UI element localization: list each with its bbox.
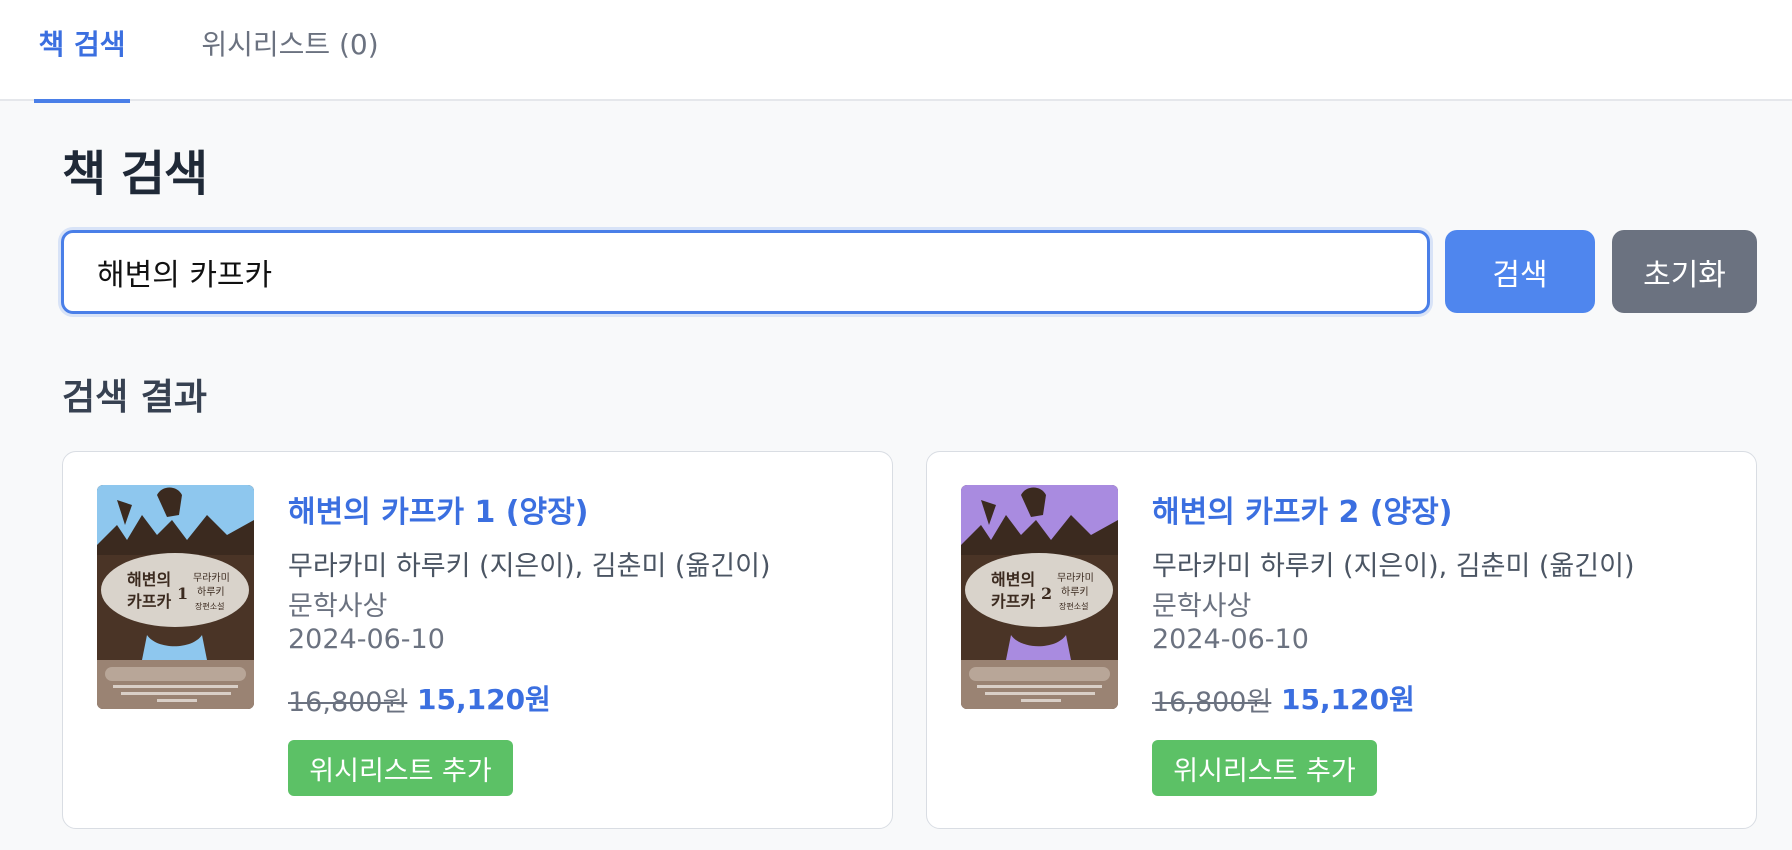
cover-title-1: 해변의: [991, 570, 1035, 589]
search-button[interactable]: 검색: [1445, 230, 1595, 313]
result-card: 해변의 카프카 2 무라카미 하루키 장편소설 해변의 카프카 2 (양장) 무…: [926, 451, 1757, 829]
cover-subtitle: 장편소설: [195, 601, 224, 611]
reset-button[interactable]: 초기화: [1612, 230, 1757, 313]
tab-bar: 책 검색 위시리스트 (0): [0, 0, 1792, 103]
price-original: 16,800원: [1152, 687, 1272, 718]
book-cover: 해변의 카프카 2 무라카미 하루키 장편소설: [961, 485, 1118, 709]
add-to-wishlist-button[interactable]: 위시리스트 추가: [1152, 740, 1377, 796]
cover-title-2: 카프카: [991, 592, 1035, 611]
cover-subtitle: 장편소설: [1059, 601, 1088, 611]
cover-author-1: 무라카미: [1057, 572, 1094, 584]
book-date: 2024-06-10: [1152, 624, 1309, 655]
tab-wishlist[interactable]: 위시리스트 (0): [190, 0, 390, 101]
book-publisher: 문학사상: [288, 591, 388, 622]
cover-title-2: 카프카: [127, 592, 171, 611]
search-input[interactable]: [61, 230, 1430, 314]
result-card: 해변의 카프카 1 무라카미 하루키 장편소설 해변의 카프카 1 (양장) 무…: [62, 451, 893, 829]
cover-volume: 1: [177, 584, 188, 603]
book-date: 2024-06-10: [288, 624, 445, 655]
book-title-link[interactable]: 해변의 카프카 2 (양장): [1152, 487, 1452, 531]
cover-author-2: 하루키: [197, 585, 225, 598]
price-sale: 15,120원: [417, 683, 551, 716]
book-cover-art: 해변의 카프카 2 무라카미 하루키 장편소설: [961, 485, 1118, 709]
book-cover: 해변의 카프카 1 무라카미 하루키 장편소설: [97, 485, 254, 709]
tab-book-search[interactable]: 책 검색: [34, 0, 130, 103]
add-to-wishlist-button[interactable]: 위시리스트 추가: [288, 740, 513, 796]
book-title-link[interactable]: 해변의 카프카 1 (양장): [288, 487, 588, 531]
price-sale: 15,120원: [1281, 683, 1415, 716]
cover-author-2: 하루키: [1061, 585, 1089, 598]
price-original: 16,800원: [288, 687, 408, 718]
book-authors: 무라카미 하루키 (지은이), 김춘미 (옮긴이): [288, 551, 771, 582]
book-publisher: 문학사상: [1152, 591, 1252, 622]
cover-author-1: 무라카미: [193, 572, 230, 584]
book-authors: 무라카미 하루키 (지은이), 김춘미 (옮긴이): [1152, 551, 1635, 582]
results-title: 검색 결과: [62, 377, 208, 418]
page-title: 책 검색: [62, 146, 208, 202]
cover-title-1: 해변의: [127, 570, 171, 589]
cover-volume: 2: [1041, 584, 1052, 603]
book-cover-art: 해변의 카프카 1 무라카미 하루키 장편소설: [97, 485, 254, 709]
